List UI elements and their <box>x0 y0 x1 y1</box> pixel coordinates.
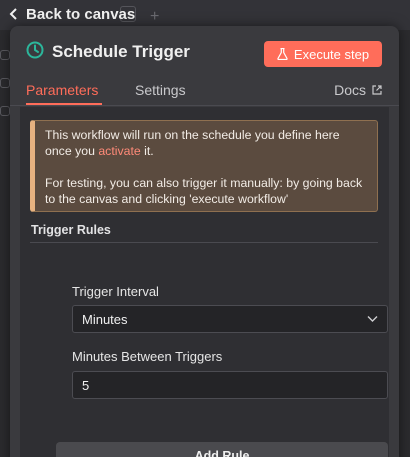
parameters-content: This workflow will run on the schedule y… <box>20 107 389 457</box>
trigger-interval-label: Trigger Interval <box>72 284 159 299</box>
active-tab-indicator <box>26 103 102 105</box>
execute-step-label: Execute step <box>293 46 370 62</box>
trigger-rules-title: Trigger Rules <box>31 223 111 237</box>
chevron-down-icon <box>367 316 378 322</box>
clock-icon <box>26 41 44 59</box>
minutes-between-input[interactable] <box>72 371 388 399</box>
back-to-canvas-button[interactable]: Back to canvas <box>8 4 135 24</box>
notice-text-1a: This workflow will run on the schedule y… <box>45 128 340 158</box>
flask-icon <box>277 48 288 60</box>
notice-line-1: This workflow will run on the schedule y… <box>45 127 369 159</box>
notice-text-1b: it. <box>140 144 154 158</box>
panel-header: Schedule Trigger Execute step <box>10 26 399 80</box>
tab-parameters[interactable]: Parameters <box>26 82 98 98</box>
notice-line-2: For testing, you can also trigger it man… <box>45 176 363 206</box>
tab-settings[interactable]: Settings <box>135 82 186 98</box>
add-rule-button[interactable]: Add Rule <box>56 442 388 457</box>
chevron-left-icon <box>9 8 17 20</box>
execute-step-button[interactable]: Execute step <box>264 41 382 67</box>
add-tab-icon: + <box>150 8 160 25</box>
activate-link[interactable]: activate <box>98 144 140 158</box>
panel-tabs: Parameters Settings Docs <box>10 80 399 106</box>
docs-label: Docs <box>334 82 366 98</box>
external-link-icon <box>372 85 382 95</box>
node-details-panel: Schedule Trigger Execute step Parameters… <box>10 26 399 457</box>
trigger-interval-value: Minutes <box>82 311 128 327</box>
docs-link[interactable]: Docs <box>334 82 382 98</box>
schedule-notice: This workflow will run on the schedule y… <box>30 120 378 212</box>
node-title: Schedule Trigger <box>52 42 190 61</box>
section-divider <box>30 242 378 243</box>
back-to-canvas-label: Back to canvas <box>26 5 136 23</box>
trigger-interval-select[interactable]: Minutes <box>72 305 388 333</box>
minutes-between-label: Minutes Between Triggers <box>72 349 223 364</box>
